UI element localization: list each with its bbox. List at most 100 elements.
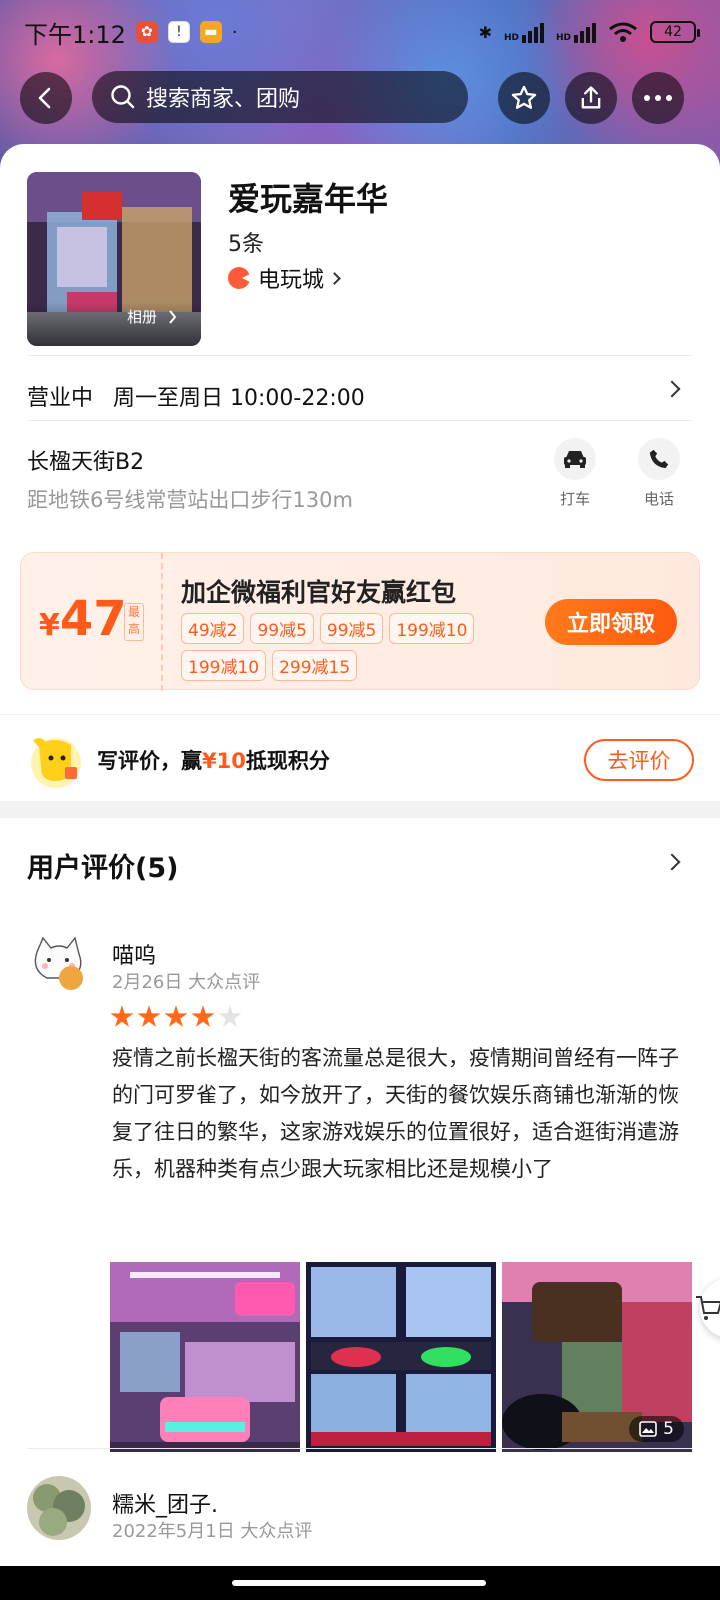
shop-distance: 距地铁6号线常营站出口步行130m xyxy=(27,488,353,512)
star-empty-icon xyxy=(218,1005,242,1027)
arcade-photo-2 xyxy=(306,1262,496,1452)
star-filled-icon xyxy=(110,1005,134,1027)
chevron-right-icon xyxy=(328,271,341,285)
home-indicator[interactable] xyxy=(232,1580,486,1586)
hd-label-2: HD xyxy=(555,33,571,43)
more-notifications-icon: · xyxy=(231,21,238,43)
search-icon xyxy=(111,85,135,109)
phone-icon xyxy=(649,449,669,469)
taxi-button[interactable]: 打车 xyxy=(545,438,605,509)
coupon-chip: 49减2 xyxy=(181,613,245,644)
chevron-right-icon[interactable] xyxy=(663,853,681,871)
star-filled-icon xyxy=(164,1005,188,1027)
coupon-amount: 47 xyxy=(59,591,127,647)
cat-avatar-image xyxy=(27,930,91,994)
more-icon xyxy=(644,95,672,101)
coupon-chip: 199减10 xyxy=(389,613,475,644)
phone-label: 电话 xyxy=(643,490,674,508)
coupon-chips: 49减2 99减5 99减5 199减10 199减10 299减15 xyxy=(181,613,501,681)
photo-count: 5 xyxy=(663,1419,674,1439)
back-button[interactable] xyxy=(20,72,72,124)
favorite-button[interactable] xyxy=(498,72,550,124)
coupon-price: ¥ 47 xyxy=(39,591,127,647)
prompt-prefix: 写评价，赢 xyxy=(97,749,202,773)
top-nav: 搜索商家、团购 xyxy=(0,70,720,126)
search-input[interactable]: 搜索商家、团购 xyxy=(92,71,468,123)
status-bar: 下午1:12 ✿ ! ▬ · ✱ HD HD 42 xyxy=(0,0,720,64)
shop-photo-image: 相册 xyxy=(27,172,201,346)
avatar[interactable] xyxy=(27,930,91,994)
review-meta: 2022年5月1日 大众点评 xyxy=(112,1521,313,1542)
review-meta: 2月26日 大众点评 xyxy=(112,972,261,993)
divider xyxy=(27,355,693,356)
gesture-bar xyxy=(0,1566,720,1600)
plant-avatar-image xyxy=(27,1476,91,1540)
coupon-chip: 299减15 xyxy=(272,650,358,681)
review-photos: 5 xyxy=(110,1262,694,1452)
write-review-panel: 写评价，赢¥10抵现积分 去评价 xyxy=(0,715,720,801)
share-icon xyxy=(581,86,601,109)
star-filled-icon xyxy=(191,1005,215,1027)
mascot-icon xyxy=(31,738,81,788)
search-placeholder: 搜索商家、团购 xyxy=(146,87,301,112)
arcade-photo-1 xyxy=(110,1262,300,1452)
status-time: 下午1:12 xyxy=(24,20,126,49)
album-label: 相册 xyxy=(127,308,157,326)
phone-button[interactable]: 电话 xyxy=(629,438,689,509)
coupon-chip: 99减5 xyxy=(319,613,384,644)
coupon-banner[interactable]: ¥ 47 最高 加企微福利官好友赢红包 49减2 99减5 99减5 199减1… xyxy=(20,552,700,691)
review-photo[interactable] xyxy=(306,1262,496,1452)
alert-notification-icon: ! xyxy=(167,21,190,43)
rating-stars xyxy=(110,1005,242,1029)
currency-symbol: ¥ xyxy=(39,608,60,643)
review-photo[interactable] xyxy=(110,1262,300,1452)
back-icon xyxy=(38,87,51,109)
cart-icon xyxy=(696,1296,720,1320)
coupon-chip: 99减5 xyxy=(250,613,314,644)
avatar[interactable] xyxy=(27,1476,91,1540)
message-notification-icon: ▬ xyxy=(199,21,222,43)
bluetooth-icon: ✱ xyxy=(478,22,492,42)
more-button[interactable] xyxy=(632,72,684,124)
review-count[interactable]: 5条 xyxy=(228,226,264,258)
category-label: 电玩城 xyxy=(258,268,325,293)
image-icon xyxy=(639,1421,657,1437)
divider xyxy=(27,420,693,421)
write-review-button[interactable]: 去评价 xyxy=(584,739,694,781)
claim-button[interactable]: 立即领取 xyxy=(545,599,677,645)
taxi-label: 打车 xyxy=(559,490,590,508)
share-button[interactable] xyxy=(565,72,617,124)
star-icon xyxy=(511,85,537,109)
prompt-highlight: ¥10 xyxy=(202,749,246,773)
photo-count-badge: 5 xyxy=(629,1416,684,1442)
shop-address[interactable]: 长楹天街B2 xyxy=(27,444,144,476)
signal-icon xyxy=(521,21,544,43)
review-prompt-text: 写评价，赢¥10抵现积分 xyxy=(97,745,330,775)
reviews-section: 用户评价(5) 喵呜 2月26日 大众点评 疫情之前长楹天街的客流量总是很大，疫… xyxy=(0,818,720,1566)
open-status: 营业中 xyxy=(27,386,94,411)
star-filled-icon xyxy=(137,1005,161,1027)
shop-name: 爱玩嘉年华 xyxy=(228,180,389,218)
business-hours-row[interactable]: 营业中 周一至周日 10:00-22:00 xyxy=(27,380,365,412)
reviewer-name[interactable]: 糯米_团子. xyxy=(112,1487,218,1519)
reviews-title[interactable]: 用户评价(5) xyxy=(27,846,178,885)
signal-icon-2 xyxy=(574,21,596,43)
max-label: 最高 xyxy=(124,603,144,641)
hours-text: 周一至周日 10:00-22:00 xyxy=(113,386,365,411)
coupon-divider xyxy=(161,553,163,691)
reviewer-name[interactable]: 喵呜 xyxy=(112,938,156,970)
wifi-icon xyxy=(609,22,637,42)
coupon-chip: 199减10 xyxy=(181,650,267,681)
review-text[interactable]: 疫情之前长楹天街的客流量总是很大，疫情期间曾经有一阵子的门可罗雀了，如今放开了，… xyxy=(112,1040,692,1188)
coupon-title: 加企微福利官好友赢红包 xyxy=(181,578,457,607)
shop-category[interactable]: 电玩城 xyxy=(228,262,341,294)
app-notification-icon: ✿ xyxy=(135,21,158,43)
notification-icons: ✿ ! ▬ · xyxy=(135,21,238,43)
prompt-suffix: 抵现积分 xyxy=(245,749,330,773)
chevron-right-icon xyxy=(663,380,681,398)
hd-label: HD xyxy=(503,33,519,43)
car-icon xyxy=(564,451,586,468)
game-category-icon xyxy=(228,267,250,289)
review-photo[interactable]: 5 xyxy=(502,1262,692,1452)
shop-album[interactable]: 相册 xyxy=(27,172,201,346)
